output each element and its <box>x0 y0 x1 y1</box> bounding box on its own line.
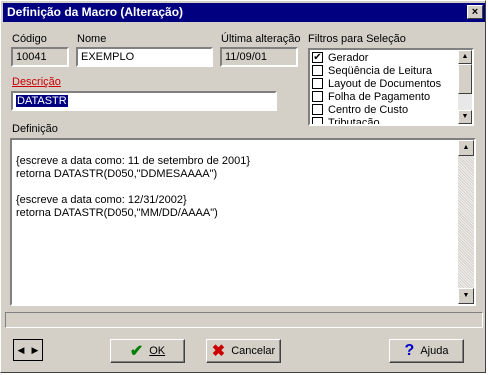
ultima-label-text: Última alteração <box>221 33 301 45</box>
code-line: retorna DATASTR(D050,"MM/DD/AAAA") <box>16 207 218 219</box>
dialog-window: Definição da Macro (Alteração) × Código … <box>0 0 486 373</box>
cancelar-label: Cancelar <box>231 345 276 357</box>
x-icon: ✖ <box>211 343 226 360</box>
ultima-alteracao-label: Última alteração <box>221 33 300 45</box>
ultima-alteracao-field: 11/09/01 <box>220 47 298 67</box>
filtro-item[interactable]: Seqüência de Leitura <box>312 64 432 77</box>
ultima-value: 11/09/01 <box>225 51 268 63</box>
filtro-item[interactable]: ✔ Gerador <box>312 51 368 64</box>
arrow-down-icon: ▼ <box>461 113 469 120</box>
filtros-scrollbar[interactable]: ▲ ▼ <box>458 50 472 124</box>
close-icon: × <box>471 6 479 18</box>
checkbox[interactable] <box>312 65 323 76</box>
ok-label: OK <box>149 345 166 357</box>
descricao-input[interactable]: DATASTR <box>11 91 277 111</box>
filtros-label-text: Filtros para Seleção <box>308 33 406 45</box>
definicao-label-text: Definição <box>12 123 58 135</box>
navigation-arrows[interactable]: ◀ ▶ <box>13 339 43 361</box>
filtro-item-label: Tributação <box>328 116 380 126</box>
definicao-scroll-down[interactable]: ▼ <box>458 288 474 304</box>
codigo-field: 10041 <box>11 47 69 67</box>
nome-label-text: Nome <box>77 33 107 45</box>
ajuda-label: Ajuda <box>420 345 449 357</box>
descricao-value: DATASTR <box>16 95 68 107</box>
filtros-listbox[interactable]: ▲ ▼ ✔ Gerador Seqüência de Leitura Layout d… <box>308 48 474 126</box>
filtro-item[interactable]: Folha de Pagamento <box>312 90 430 103</box>
codigo-value: 10041 <box>16 51 47 63</box>
filtro-item-label: Seqüência de Leitura <box>328 64 432 77</box>
check-icon: ✔ <box>129 343 144 360</box>
filtro-item-label: Gerador <box>328 51 369 64</box>
ajuda-button[interactable]: ? Ajuda <box>389 339 464 363</box>
code-line: {escreve a data como: 12/31/2002} <box>16 194 187 206</box>
descricao-label-text: Descrição <box>12 76 61 88</box>
filtro-item-label: Layout de Documentos <box>328 77 442 90</box>
checkbox[interactable] <box>312 78 323 89</box>
codigo-label-text: Código <box>12 33 47 45</box>
filtros-label: Filtros para Seleção <box>308 33 406 45</box>
filtro-item-label: Centro de Custo <box>328 103 409 116</box>
nome-input[interactable]: EXEMPLO <box>76 47 213 67</box>
ok-button[interactable]: ✔ OK <box>110 339 185 363</box>
nome-label: Nome <box>77 33 106 45</box>
filtro-item-label: Folha de Pagamento <box>328 90 431 103</box>
descricao-label: Descrição <box>12 76 61 88</box>
status-bar <box>5 312 483 328</box>
checkbox[interactable] <box>312 104 323 115</box>
checkbox[interactable]: ✔ <box>312 52 323 63</box>
codigo-label: Código <box>12 33 47 45</box>
definicao-scrollbar[interactable]: ▲ ▼ <box>458 140 474 304</box>
arrow-left-icon[interactable]: ◀ <box>14 340 28 360</box>
scroll-thumb[interactable] <box>458 64 472 94</box>
code-line: retorna DATASTR(D050,"DDMESAAAA") <box>16 168 218 180</box>
filtro-item[interactable]: Centro de Custo <box>312 103 408 116</box>
code-line: {escreve a data como: 11 de setembro de … <box>16 155 251 167</box>
filtro-item[interactable]: Tributação <box>312 116 380 126</box>
arrow-up-icon: ▲ <box>461 53 469 60</box>
arrow-right-icon[interactable]: ▶ <box>28 340 42 360</box>
definicao-text: {escreve a data como: 11 de setembro de … <box>16 155 250 220</box>
scroll-down-button[interactable]: ▼ <box>458 110 472 124</box>
arrow-up-icon: ▲ <box>462 144 470 151</box>
close-button[interactable]: × <box>467 5 483 19</box>
window-title: Definição da Macro (Alteração) <box>7 5 184 19</box>
scroll-up-button[interactable]: ▲ <box>458 50 472 64</box>
filtro-item[interactable]: Layout de Documentos <box>312 77 441 90</box>
cancelar-button[interactable]: ✖ Cancelar <box>206 339 281 363</box>
definicao-scroll-up[interactable]: ▲ <box>458 140 474 156</box>
title-bar[interactable]: Definição da Macro (Alteração) × <box>3 3 485 22</box>
arrow-down-icon: ▼ <box>462 292 470 299</box>
checkbox[interactable] <box>312 117 323 124</box>
question-icon: ? <box>404 342 415 359</box>
definicao-label: Definição <box>12 123 58 135</box>
nome-value: EXEMPLO <box>81 51 135 63</box>
checkbox[interactable] <box>312 91 323 102</box>
definicao-editor[interactable]: {escreve a data como: 11 de setembro de … <box>10 138 476 306</box>
